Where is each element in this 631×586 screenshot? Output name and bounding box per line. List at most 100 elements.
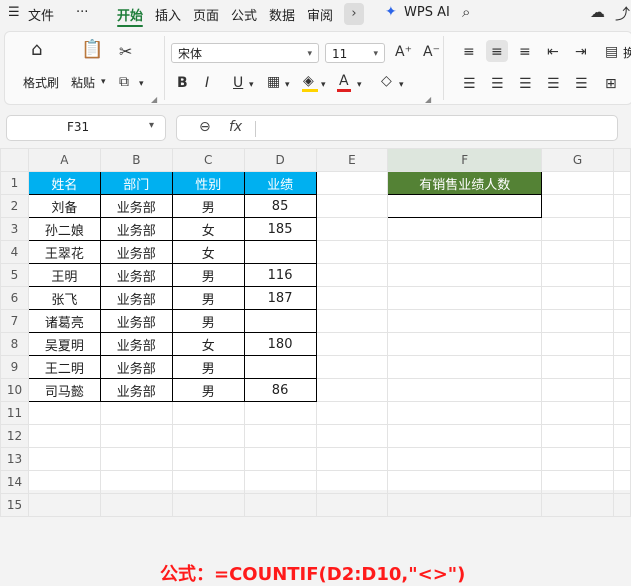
cell-d4[interactable] — [243, 240, 317, 264]
table-header-cell[interactable]: 业绩 — [243, 171, 317, 195]
dialog-launcher-icon[interactable]: ◢ — [425, 92, 431, 108]
cell-c8[interactable]: 女 — [171, 332, 245, 356]
increase-indent-icon[interactable]: ⇥ — [575, 44, 587, 60]
cell-e14[interactable] — [315, 470, 389, 494]
cell-b6[interactable]: 业务部 — [99, 286, 173, 310]
align-right-icon[interactable]: ☰ — [519, 76, 532, 92]
row-header-2[interactable]: 2 — [0, 194, 29, 218]
cell-f7[interactable] — [387, 309, 543, 333]
cell-a8[interactable]: 吴夏明 — [27, 332, 101, 356]
row-header-9[interactable]: 9 — [0, 355, 29, 379]
cell-f8[interactable] — [387, 332, 543, 356]
cell-e10[interactable] — [315, 378, 389, 402]
chevron-down-icon[interactable]: ▾ — [249, 77, 254, 93]
column-header-a[interactable]: A — [27, 148, 101, 172]
cell-g5[interactable] — [541, 263, 614, 287]
chevron-down-icon[interactable]: ▾ — [399, 77, 404, 93]
cell-b3[interactable]: 业务部 — [99, 217, 173, 241]
cell-b8[interactable]: 业务部 — [99, 332, 173, 356]
row-header-6[interactable]: 6 — [0, 286, 29, 310]
cell-g7[interactable] — [541, 309, 614, 333]
cell-c10[interactable]: 男 — [171, 378, 245, 402]
zoom-icon[interactable]: ⊖ — [199, 119, 211, 135]
cell-d13[interactable] — [243, 447, 317, 471]
cell-e6[interactable] — [315, 286, 389, 310]
row-header-3[interactable]: 3 — [0, 217, 29, 241]
cell-a10[interactable]: 司马懿 — [27, 378, 101, 402]
tab-data[interactable]: 数据 — [269, 5, 295, 24]
cell-c2[interactable]: 男 — [171, 194, 245, 218]
cell-g1[interactable] — [541, 171, 614, 195]
table-header-cell[interactable]: 部门 — [99, 171, 173, 195]
cell-a14[interactable] — [27, 470, 101, 494]
format-painter-button[interactable]: 格式刷 — [23, 74, 59, 91]
chevron-down-icon[interactable]: ▾ — [357, 77, 362, 93]
column-header-c[interactable]: C — [171, 148, 245, 172]
chevron-down-icon[interactable]: ▾ — [139, 76, 144, 92]
cell-c9[interactable]: 男 — [171, 355, 245, 379]
cell-e4[interactable] — [315, 240, 389, 264]
table-header-cell[interactable]: 性别 — [171, 171, 245, 195]
cell-d15[interactable] — [243, 493, 317, 517]
formula-bar[interactable]: ⊖ fx — [176, 115, 618, 141]
cell-b15[interactable] — [99, 493, 173, 517]
cell-g11[interactable] — [541, 401, 614, 425]
cell-f11[interactable] — [387, 401, 543, 425]
cell-g4[interactable] — [541, 240, 614, 264]
copy-icon[interactable]: ⧉ — [119, 74, 129, 90]
cell-f6[interactable] — [387, 286, 543, 310]
cell-c12[interactable] — [171, 424, 245, 448]
cell-e8[interactable] — [315, 332, 389, 356]
cell-e7[interactable] — [315, 309, 389, 333]
cell-g13[interactable] — [541, 447, 614, 471]
column-header-f[interactable]: F — [387, 148, 543, 172]
cell-b14[interactable] — [99, 470, 173, 494]
cell-d3[interactable]: 185 — [243, 217, 317, 241]
cell-a7[interactable]: 诸葛亮 — [27, 309, 101, 333]
column-header-d[interactable]: D — [243, 148, 317, 172]
cell-f14[interactable] — [387, 470, 543, 494]
cell-d7[interactable] — [243, 309, 317, 333]
cell-a15[interactable] — [27, 493, 101, 517]
tab-review[interactable]: 审阅 — [307, 5, 333, 24]
chevron-down-icon[interactable]: ▾ — [101, 74, 106, 90]
cell-d12[interactable] — [243, 424, 317, 448]
cell-c3[interactable]: 女 — [171, 217, 245, 241]
cell-a6[interactable]: 张飞 — [27, 286, 101, 310]
row-header-11[interactable]: 11 — [0, 401, 29, 425]
align-middle-icon[interactable]: ≡ — [491, 44, 503, 60]
wrap-text-icon[interactable]: ▤ — [605, 44, 618, 60]
cell-b11[interactable] — [99, 401, 173, 425]
cell-f5[interactable] — [387, 263, 543, 287]
cell-g10[interactable] — [541, 378, 614, 402]
row-header-1[interactable]: 1 — [0, 171, 29, 195]
cell-g15[interactable] — [541, 493, 614, 517]
cell-c7[interactable]: 男 — [171, 309, 245, 333]
cell-f10[interactable] — [387, 378, 543, 402]
select-all-corner[interactable] — [0, 148, 29, 172]
cell-d6[interactable]: 187 — [243, 286, 317, 310]
cell-c13[interactable] — [171, 447, 245, 471]
result-value-cell[interactable] — [387, 194, 543, 218]
chevron-down-icon[interactable]: ▾ — [285, 77, 290, 93]
cell-g2[interactable] — [541, 194, 614, 218]
menu-file[interactable]: 文件 — [28, 5, 54, 24]
grow-font-icon[interactable]: A⁺ — [395, 44, 412, 60]
border-icon[interactable]: ▦ — [267, 74, 280, 90]
cell-b12[interactable] — [99, 424, 173, 448]
cell-f3[interactable] — [387, 217, 543, 241]
share-icon[interactable]: ⤴ — [615, 3, 630, 24]
align-bottom-icon[interactable]: ≡ — [519, 44, 531, 60]
row-header-15[interactable]: 15 — [0, 493, 29, 517]
cell-g14[interactable] — [541, 470, 614, 494]
font-size-select[interactable]: 11 ▾ — [325, 43, 385, 63]
name-box[interactable]: F31 ▾ — [6, 115, 166, 141]
cell-d5[interactable]: 116 — [243, 263, 317, 287]
justify-icon[interactable]: ☰ — [547, 76, 560, 92]
chevron-right-icon[interactable]: › — [344, 3, 364, 25]
tab-formula[interactable]: 公式 — [231, 5, 257, 24]
tab-home[interactable]: 开始 — [117, 5, 143, 24]
italic-button[interactable]: I — [205, 75, 209, 91]
wrap-text-label[interactable]: 换 — [623, 44, 631, 61]
row-header-7[interactable]: 7 — [0, 309, 29, 333]
